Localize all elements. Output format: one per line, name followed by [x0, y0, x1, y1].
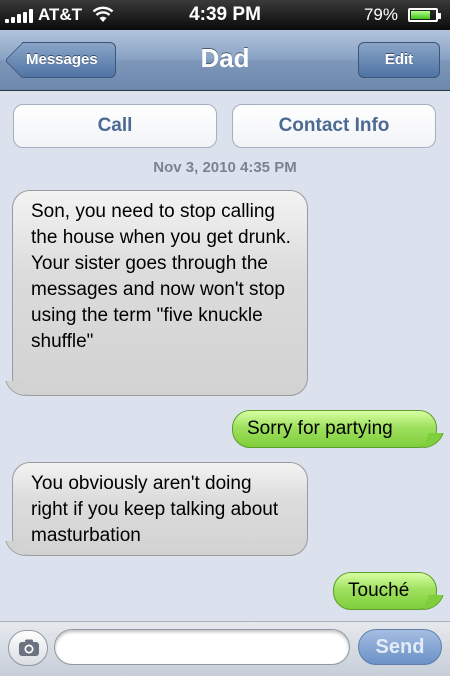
outgoing-message-bubble: Touché [333, 572, 444, 610]
send-button[interactable]: Send [358, 629, 442, 665]
message-text: You obviously aren't doing right if you … [31, 473, 279, 546]
call-button[interactable]: Call [13, 104, 217, 148]
bubble-tail [423, 595, 444, 610]
bubble-tail [5, 381, 26, 396]
camera-icon [19, 639, 39, 656]
back-button-container: Messages [0, 30, 130, 90]
contact-info-button[interactable]: Contact Info [232, 104, 436, 148]
messages-back-button[interactable]: Messages [22, 42, 116, 78]
camera-button[interactable] [8, 630, 48, 666]
message-composer: Send [0, 621, 450, 676]
battery-percent: 79% [363, 5, 398, 24]
outgoing-message-bubble: Sorry for partying [232, 410, 444, 448]
edit-button[interactable]: Edit [358, 42, 440, 78]
message-input[interactable] [54, 629, 350, 665]
incoming-message-bubble: You obviously aren't doing right if you … [5, 462, 308, 556]
message-text: Sorry for partying [247, 418, 393, 439]
incoming-message-bubble: Son, you need to stop calling the house … [5, 190, 308, 396]
battery-icon [408, 8, 441, 22]
message-text: Touché [348, 580, 410, 601]
navigation-bar: Messages Dad Edit [0, 30, 450, 91]
message-timestamp: Nov 3, 2010 4:35 PM [153, 159, 297, 176]
message-text: Son, you need to stop calling the house … [31, 201, 291, 352]
status-bar: AT&T 4:39 PM 79% [0, 0, 450, 30]
bubble-tail [423, 433, 444, 448]
bubble-tail [5, 541, 26, 556]
back-button-label: Messages [26, 51, 98, 68]
